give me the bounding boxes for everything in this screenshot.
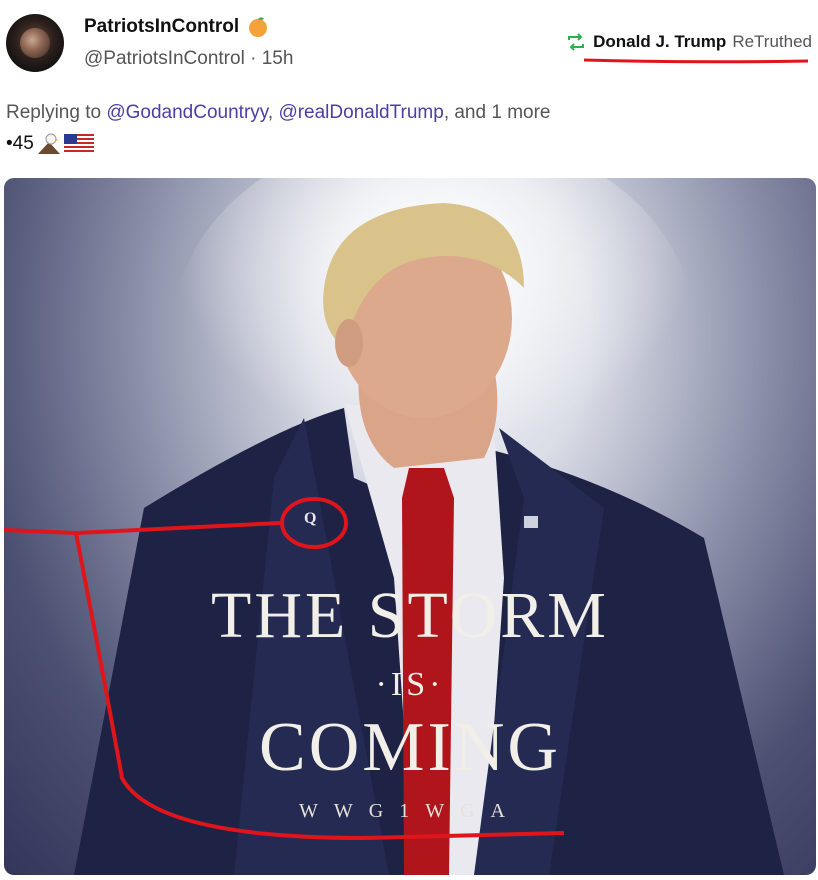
eagle-icon — [37, 133, 60, 154]
handle[interactable]: @PatriotsInControl — [84, 48, 245, 69]
reply-prefix: Replying to — [6, 102, 102, 123]
orange-icon — [249, 17, 268, 37]
retruth-name[interactable]: Donald J. Trump — [593, 32, 726, 52]
post-age[interactable]: 15h — [262, 48, 294, 69]
avatar[interactable] — [6, 14, 64, 72]
display-name-row: PatriotsInControl — [84, 16, 269, 38]
red-underline-annotation — [583, 58, 809, 64]
handle-line: @PatriotsInControl · 15h — [84, 48, 293, 70]
image-text-the-storm: THE STORM — [211, 579, 609, 652]
image-text-wwg1wga: WWG1WGA — [299, 800, 521, 822]
reply-line: Replying to @GodandCountryy, @realDonald… — [6, 102, 550, 124]
reply-suffix[interactable]: , and 1 more — [444, 102, 551, 123]
image-text-is: ·IS· — [375, 666, 445, 703]
post-image[interactable]: Q THE STORM ·IS· COMING WWG1WGA — [4, 178, 816, 875]
us-flag-icon — [63, 134, 94, 154]
post-text-45: •45 — [6, 133, 34, 154]
separator: · — [250, 48, 257, 69]
mention-godandcountryy[interactable]: @GodandCountryy — [106, 102, 268, 123]
retruth-indicator[interactable]: Donald J. Trump ReTruthed — [565, 32, 812, 52]
comma: , — [267, 102, 274, 123]
q-lapel-pin: Q — [304, 510, 317, 527]
display-name[interactable]: PatriotsInControl — [84, 16, 239, 38]
avatar-image — [20, 28, 50, 58]
mention-realdonaldtrump[interactable]: @realDonaldTrump — [278, 102, 443, 123]
retruth-icon — [568, 33, 585, 51]
image-text-coming: COMING — [259, 709, 561, 786]
retruth-label: ReTruthed — [732, 32, 812, 51]
post-text: •45 — [6, 132, 94, 156]
